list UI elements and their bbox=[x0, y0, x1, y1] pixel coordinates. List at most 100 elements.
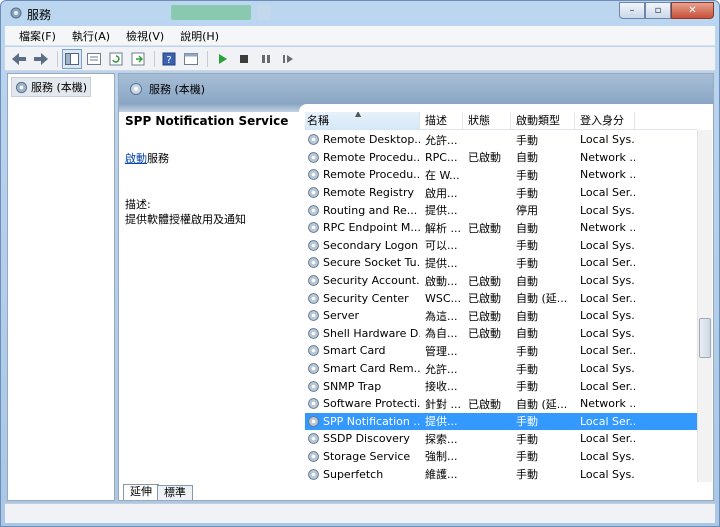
service-name: Remote Desktop... bbox=[323, 133, 420, 147]
tab-extended[interactable]: 延伸 bbox=[123, 484, 159, 500]
service-log-on-as: Local Sys... bbox=[580, 203, 635, 217]
service-name: Remote Registry bbox=[323, 186, 414, 200]
menu-action[interactable]: 執行(A) bbox=[64, 28, 118, 44]
service-name-cell: Secondary Logon bbox=[305, 239, 420, 252]
service-name: SNMP Trap bbox=[323, 379, 382, 393]
start-icon[interactable] bbox=[212, 49, 232, 69]
services-window: 服務 – ▫ ✕ 檔案(F) 執行(A) 檢視(V) 說明(H) ? 服務 (本… bbox=[0, 0, 720, 527]
service-status: 已啟動 bbox=[468, 151, 501, 165]
gear-icon bbox=[308, 187, 319, 198]
list-rows: Remote Desktop...允許...手動Local Sys...Remo… bbox=[305, 131, 697, 482]
tab-standard[interactable]: 標準 bbox=[157, 485, 193, 500]
service-row[interactable]: Security Center WSC... 已啟動 自動 (延... Local Se… bbox=[305, 289, 697, 307]
service-description: 探索... bbox=[425, 432, 458, 446]
service-description: 為這... bbox=[425, 309, 458, 323]
service-row[interactable]: SPP Notification ... 提供... 手動 Local Ser... bbox=[305, 412, 697, 431]
help-icon[interactable]: ? bbox=[159, 49, 179, 69]
pause-icon[interactable] bbox=[256, 49, 276, 69]
service-log-on-as: Local Ser... bbox=[580, 186, 635, 200]
service-log-on-as: Local Sys... bbox=[580, 326, 635, 340]
service-name-cell: Storage Service bbox=[305, 450, 420, 463]
service-log-on-as: Local Ser... bbox=[580, 256, 635, 270]
gear-icon bbox=[308, 468, 319, 480]
service-log-on-as: Local Sys... bbox=[580, 449, 635, 463]
service-log-on-as: Local Sys... bbox=[580, 309, 635, 323]
service-log-on-as: Local Sys... bbox=[580, 467, 635, 481]
scrollbar-thumb[interactable] bbox=[699, 318, 711, 358]
tree-item-services-local[interactable]: 服務 (本機) bbox=[11, 77, 92, 97]
stop-icon[interactable] bbox=[234, 49, 254, 69]
service-startup-type: 自動 bbox=[516, 327, 538, 341]
column-header-status[interactable]: 狀態 bbox=[463, 112, 511, 130]
gear-icon bbox=[308, 363, 319, 374]
menu-file[interactable]: 檔案(F) bbox=[11, 28, 64, 44]
service-name: RPC Endpoint M... bbox=[323, 221, 420, 235]
service-name: SSDP Discovery bbox=[323, 432, 410, 446]
maximize-button[interactable]: ▫ bbox=[645, 2, 671, 19]
service-startup-type: 手動 bbox=[516, 362, 538, 376]
refresh-icon[interactable] bbox=[106, 49, 126, 69]
service-log-on-as: Network ... bbox=[580, 397, 635, 411]
service-row[interactable]: Routing and Re... 提供... 停用 Local Sys... bbox=[305, 201, 697, 219]
service-name-cell: Remote Desktop... bbox=[305, 133, 420, 146]
properties-icon[interactable] bbox=[181, 49, 201, 69]
service-row[interactable]: Smart Card Rem... 允許... 手動 Local Sys... bbox=[305, 360, 697, 378]
service-row[interactable]: Security Account... 啟動... 已啟動 自動 Local Sys..… bbox=[305, 272, 697, 290]
service-log-on-as: Local Ser... bbox=[580, 291, 635, 305]
toolbar: ? bbox=[5, 47, 715, 71]
gear-icon bbox=[308, 415, 319, 427]
service-name-cell: Security Center bbox=[305, 292, 420, 305]
service-row[interactable]: Remote Desktop... 允許... 手動 Local Sys... bbox=[305, 131, 697, 149]
column-header-log-on-as[interactable]: 登入身分 bbox=[575, 112, 635, 130]
service-row[interactable]: Storage Service 強制... 手動 Local Sys... bbox=[305, 448, 697, 466]
service-row[interactable]: Shell Hardware D... 為自... 已啟動 自動 Local Sys..… bbox=[305, 325, 697, 343]
service-row[interactable]: Remote Procedu... RPC... 已啟動 自動 Network ... bbox=[305, 149, 697, 167]
service-startup-type: 自動 bbox=[516, 151, 538, 165]
gear-icon bbox=[308, 398, 319, 410]
back-arrow-icon[interactable] bbox=[9, 49, 29, 69]
column-header-description[interactable]: 描述 bbox=[420, 112, 463, 130]
service-row[interactable]: SSDP Discovery 探索... 手動 Local Ser... bbox=[305, 430, 697, 448]
service-row[interactable]: Software Protecti... 針對 ... 已啟動 自動 (延... Net… bbox=[305, 395, 697, 413]
service-log-on-as: Network ... bbox=[580, 221, 635, 235]
resume-icon[interactable] bbox=[278, 49, 298, 69]
export-icon[interactable] bbox=[84, 49, 104, 69]
service-row[interactable]: RPC Endpoint M... 解析 ... 已啟動 自動 Network ... bbox=[305, 219, 697, 237]
service-row[interactable]: Remote Procedu... 在 W... 手動 Network ... bbox=[305, 166, 697, 184]
service-name: Smart Card Rem... bbox=[323, 362, 420, 376]
service-status: 已啟動 bbox=[468, 292, 501, 306]
console-tree-icon[interactable] bbox=[62, 48, 82, 69]
service-row[interactable]: Remote Registry 啟用... 手動 Local Ser... bbox=[305, 184, 697, 202]
service-startup-type: 手動 bbox=[516, 168, 538, 182]
gear-icon bbox=[308, 310, 319, 322]
column-header-startup-type[interactable]: 啟動類型 bbox=[511, 112, 575, 130]
service-name-cell: Remote Procedu... bbox=[305, 151, 420, 164]
forward-arrow-icon[interactable] bbox=[31, 49, 51, 69]
service-status: 已啟動 bbox=[468, 309, 501, 323]
close-button[interactable]: ✕ bbox=[671, 2, 714, 19]
service-name-cell: Routing and Re... bbox=[305, 204, 420, 217]
service-name: Software Protecti... bbox=[323, 397, 420, 411]
export-list-icon[interactable] bbox=[128, 49, 148, 69]
menu-view[interactable]: 檢視(V) bbox=[118, 28, 172, 44]
column-header-name[interactable]: ▲ 名稱 bbox=[305, 112, 420, 130]
gear-icon bbox=[308, 204, 319, 216]
service-description: WSC... bbox=[425, 291, 462, 305]
service-row[interactable]: Secure Socket Tu... 提供... 手動 Local Ser... bbox=[305, 254, 697, 272]
service-startup-type: 自動 bbox=[516, 309, 538, 323]
service-startup-type: 手動 bbox=[516, 186, 538, 200]
service-description: 提供... bbox=[425, 256, 458, 270]
service-description: RPC... bbox=[425, 150, 458, 164]
start-service-link[interactable]: 啟動 bbox=[125, 152, 147, 165]
service-name-cell: Server bbox=[305, 309, 420, 322]
service-startup-type: 手動 bbox=[516, 468, 538, 482]
menu-help[interactable]: 說明(H) bbox=[172, 28, 227, 44]
service-row[interactable]: Server 為這... 已啟動 自動 Local Sys... bbox=[305, 307, 697, 325]
vertical-scrollbar[interactable] bbox=[697, 130, 712, 482]
service-row[interactable]: Superfetch 維護... 手動 Local Sys... bbox=[305, 465, 697, 482]
service-description: 強制... bbox=[425, 450, 458, 464]
minimize-button[interactable]: – bbox=[619, 2, 645, 19]
service-row[interactable]: Smart Card 管理... 手動 Local Ser... bbox=[305, 342, 697, 360]
service-row[interactable]: SNMP Trap 接收... 手動 Local Ser... bbox=[305, 377, 697, 395]
service-row[interactable]: Secondary Logon 可以... 手動 Local Sys... bbox=[305, 237, 697, 255]
